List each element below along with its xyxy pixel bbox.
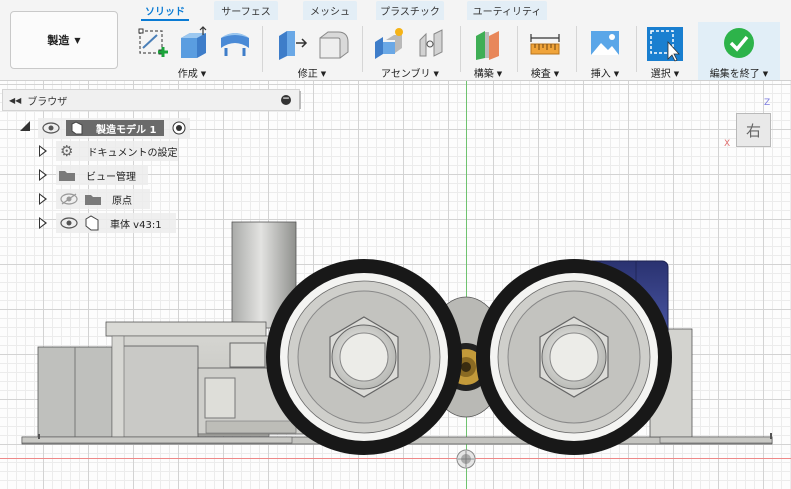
toolbar: 製造 ▼ ソリッド サーフェス メッシュ プラスチック ユーティリティ 作成 ▼… <box>0 0 791 81</box>
check-icon[interactable] <box>723 27 755 59</box>
extrude-icon[interactable] <box>176 26 210 60</box>
axis-x-label: X <box>724 139 731 149</box>
collapse-panel-icon[interactable]: ◀◀ <box>9 96 21 105</box>
expand-body-component-icon[interactable] <box>39 217 47 229</box>
select-icon[interactable] <box>646 26 684 62</box>
tree-item-document-settings[interactable]: ⚙ ドキュメントの設定 <box>56 141 178 161</box>
tree-root-item[interactable]: 製造モデル 1 <box>38 118 190 138</box>
origin-icon <box>456 449 476 469</box>
finish-edit-group[interactable]: 編集を終了 ▼ <box>698 22 780 80</box>
revolve-icon[interactable] <box>218 26 252 60</box>
tree-item-origin[interactable]: 原点 <box>56 189 150 209</box>
measure-icon[interactable] <box>528 26 562 60</box>
assemble-group[interactable]: アセンブリ ▼ <box>368 22 452 80</box>
activate-radio-icon[interactable] <box>172 121 186 135</box>
component-icon <box>71 121 83 135</box>
tree-item-view-management[interactable]: ビュー管理 <box>56 165 148 185</box>
tab-utility[interactable]: ユーティリティ <box>467 1 547 20</box>
eye-icon[interactable] <box>60 217 78 229</box>
tab-surface[interactable]: サーフェス <box>214 1 278 20</box>
folder-icon <box>85 195 101 205</box>
eye-hidden-icon[interactable] <box>60 193 78 205</box>
finish-edit-label: 編集を終了 <box>709 69 760 80</box>
workspace-switcher-button[interactable]: 製造 ▼ <box>10 11 118 69</box>
fillet-icon[interactable] <box>316 26 350 60</box>
new-component-icon[interactable] <box>372 26 406 60</box>
gear-icon: ⚙ <box>60 142 74 160</box>
expand-view-management-icon[interactable] <box>39 169 47 181</box>
minimize-icon[interactable]: − <box>281 95 291 105</box>
component-icon <box>85 215 99 231</box>
view-cube-face-label: 右 <box>745 121 761 140</box>
expand-origin-icon[interactable] <box>39 193 47 205</box>
panel-resize-handle[interactable] <box>299 91 301 109</box>
construct-group[interactable]: 構築 ▼ <box>466 22 510 80</box>
left-wheel <box>266 259 462 455</box>
eye-icon[interactable] <box>42 122 60 134</box>
inspect-group[interactable]: 検査 ▼ <box>522 22 568 80</box>
expand-document-settings-icon[interactable] <box>39 145 47 157</box>
tab-plastic[interactable]: プラスチック <box>376 1 444 20</box>
root-label: 製造モデル 1 <box>96 124 157 136</box>
browser-title: ブラウザ <box>27 96 68 108</box>
select-group[interactable]: 選択 ▼ <box>640 22 690 80</box>
offset-plane-icon[interactable] <box>471 26 505 60</box>
insert-image-icon[interactable] <box>588 26 622 60</box>
workspace-label: 製造 <box>47 34 70 47</box>
modify-group[interactable]: 修正 ▼ <box>270 22 354 80</box>
tab-mesh[interactable]: メッシュ <box>303 1 357 20</box>
press-pull-icon[interactable] <box>275 26 309 60</box>
browser-panel-header[interactable]: ◀◀ ブラウザ − <box>2 89 300 111</box>
chevron-down-icon: ▼ <box>74 35 81 45</box>
tab-solid[interactable]: ソリッド <box>137 1 193 21</box>
view-cube[interactable]: 右 <box>736 113 771 147</box>
sketch-icon[interactable] <box>137 26 171 60</box>
folder-icon <box>59 171 75 181</box>
tree-item-body-component[interactable]: 車体 v43:1 <box>56 213 176 233</box>
axis-z-label: Z <box>764 98 771 108</box>
joint-icon[interactable] <box>414 26 448 60</box>
right-wheel <box>476 259 672 455</box>
middle-block <box>121 345 199 438</box>
insert-group[interactable]: 挿入 ▼ <box>582 22 628 80</box>
canvas-viewport[interactable]: ◀◀ ブラウザ − 製造モデル 1 ⚙ ドキュメントの設定 ビュー管理 原点 車… <box>0 81 791 489</box>
create-group[interactable]: 作成 ▼ <box>132 22 252 80</box>
expand-root-icon[interactable] <box>20 121 30 131</box>
